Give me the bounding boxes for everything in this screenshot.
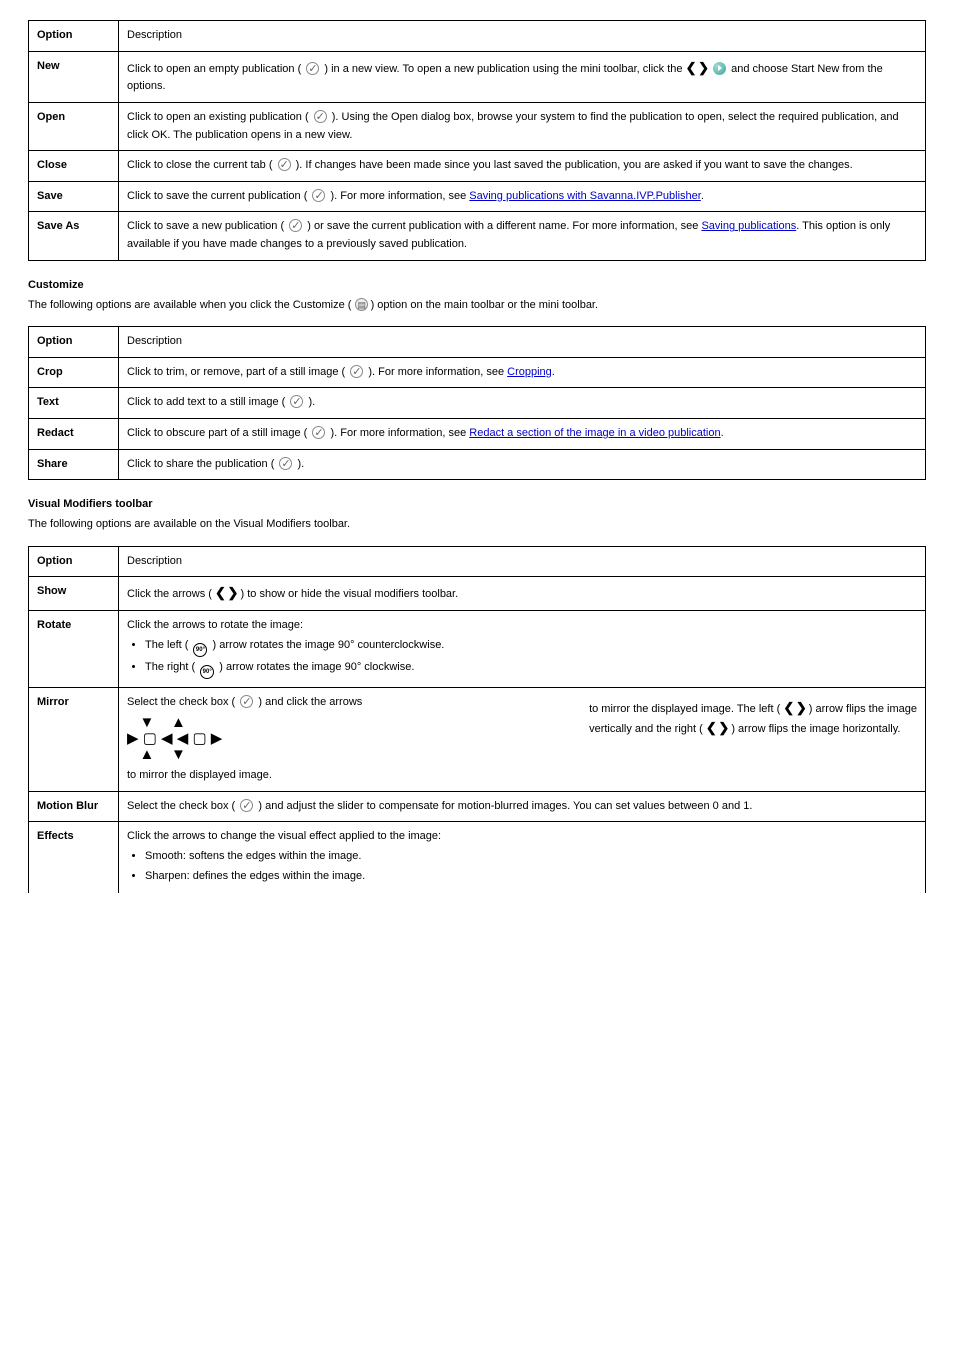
chevron-left-right-icon: ❮ ❯	[686, 60, 708, 75]
table-row: Rotate Click the arrows to rotate the im…	[29, 611, 926, 688]
opt-mirror: Mirror	[29, 687, 119, 791]
opt-motion-blur: Motion Blur	[29, 791, 119, 822]
check-icon	[278, 158, 291, 171]
opt-save-as: Save As	[29, 212, 119, 260]
opt-show: Show	[29, 577, 119, 611]
chevron-left-right-icon: ❮ ❯	[706, 720, 728, 735]
opt-rotate: Rotate	[29, 611, 119, 688]
table-row: New Click to open an empty publication (…	[29, 51, 926, 102]
mirror-arrows-icon: ▼ ▲ ▶ ▢ ◀ ◀ ▢ ▶ ▲ ▼	[127, 715, 563, 763]
table-row: Save As Click to save a new publication …	[29, 212, 926, 260]
list-item: Sharpen: defines the edges within the im…	[145, 868, 917, 886]
opt-redact: Redact	[29, 418, 119, 449]
table-row: Effects Click the arrows to change the v…	[29, 822, 926, 893]
rotate-cw-icon: 90°	[200, 665, 214, 679]
table-row: Redact Click to obscure part of a still …	[29, 418, 926, 449]
opt-crop: Crop	[29, 357, 119, 388]
visual-intro: The following options are available on t…	[28, 516, 926, 534]
col-header-description: Description	[119, 546, 926, 577]
opt-text: Text	[29, 388, 119, 419]
opt-open: Open	[29, 102, 119, 150]
chevron-left-right-icon: ❮ ❯	[215, 585, 237, 600]
check-icon	[314, 110, 327, 123]
table-row: Crop Click to trim, or remove, part of a…	[29, 357, 926, 388]
options-table-file: Option Description New Click to open an …	[28, 20, 926, 261]
check-icon	[312, 189, 325, 202]
table-row: Save Click to save the current publicati…	[29, 181, 926, 212]
opt-save: Save	[29, 181, 119, 212]
table-row: Motion Blur Select the check box ( ) and…	[29, 791, 926, 822]
rotate-ccw-icon: 90°	[193, 643, 207, 657]
section-heading-visual: Visual Modifiers toolbar	[28, 498, 926, 510]
opt-close: Close	[29, 151, 119, 182]
table-row: Close Click to close the current tab ( )…	[29, 151, 926, 182]
opt-new: New	[29, 51, 119, 102]
table-row: Mirror Select the check box ( ) and clic…	[29, 687, 926, 791]
link-redact[interactable]: Redact a section of the image in a video…	[469, 427, 720, 439]
col-header-option: Option	[29, 546, 119, 577]
options-table-visual: Option Description Show Click the arrows…	[28, 546, 926, 894]
table-row: Show Click the arrows ( ❮ ❯ ) to show or…	[29, 577, 926, 611]
section-heading-customize: Customize	[28, 279, 926, 291]
check-icon	[279, 457, 292, 470]
check-icon	[240, 695, 253, 708]
col-header-option: Option	[29, 21, 119, 52]
check-icon	[240, 799, 253, 812]
list-item: The right ( 90° ) arrow rotates the imag…	[145, 659, 917, 679]
check-icon	[289, 219, 302, 232]
list-item: Smooth: softens the edges within the ima…	[145, 848, 917, 866]
list-item: The left ( 90° ) arrow rotates the image…	[145, 637, 917, 657]
opt-share: Share	[29, 449, 119, 480]
check-icon	[312, 426, 325, 439]
check-icon	[290, 395, 303, 408]
check-icon	[306, 62, 319, 75]
link-cropping[interactable]: Cropping	[507, 366, 552, 378]
play-icon	[713, 62, 726, 75]
table-row: Text Click to add text to a still image …	[29, 388, 926, 419]
col-header-description: Description	[119, 327, 926, 358]
check-icon	[350, 365, 363, 378]
link-save[interactable]: Saving publications with Savanna.IVP.Pub…	[469, 190, 701, 202]
customize-icon	[355, 298, 368, 311]
opt-effects: Effects	[29, 822, 119, 893]
customize-intro: The following options are available when…	[28, 297, 926, 315]
table-row: Share Click to share the publication ( )…	[29, 449, 926, 480]
table-row: Open Click to open an existing publicati…	[29, 102, 926, 150]
col-header-description: Description	[119, 21, 926, 52]
link-save-as[interactable]: Saving publications	[701, 220, 796, 232]
options-table-customize: Option Description Crop Click to trim, o…	[28, 326, 926, 480]
col-header-option: Option	[29, 327, 119, 358]
chevron-left-right-icon: ❮ ❯	[783, 700, 805, 715]
